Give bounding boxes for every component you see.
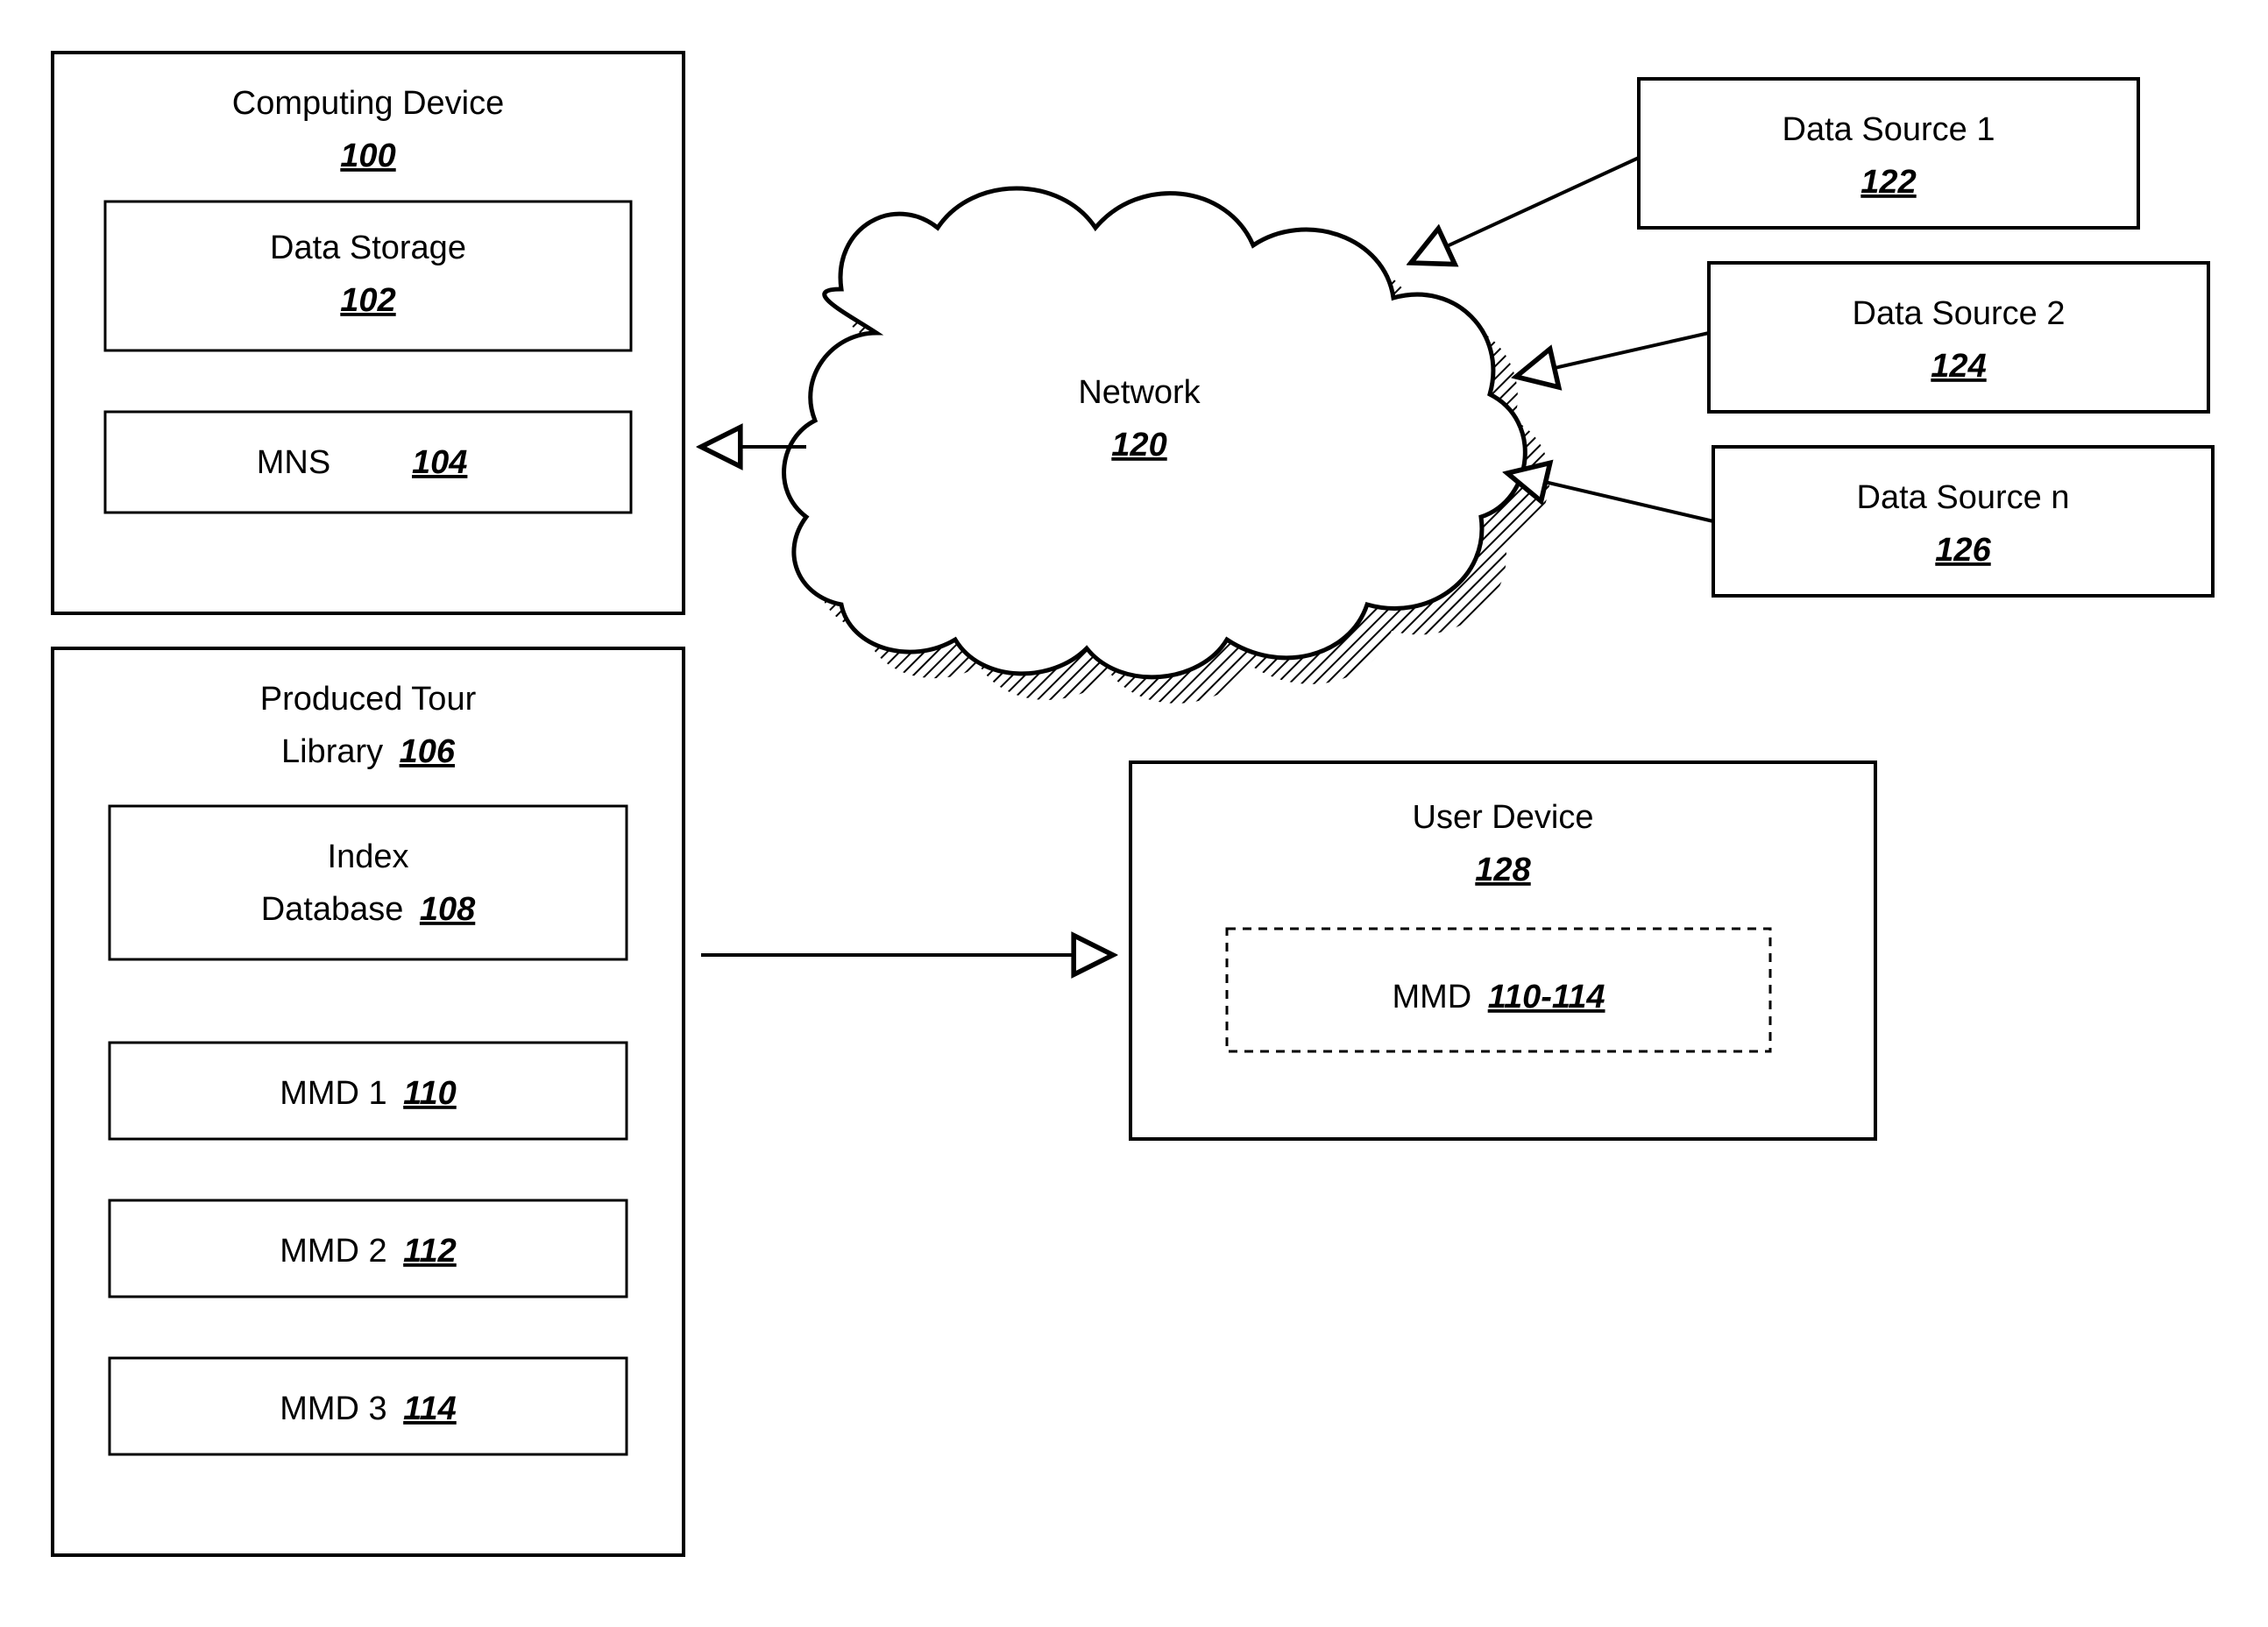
data-source-1: Data Source 1 122 [1639, 79, 2138, 228]
network-ref: 120 [1111, 427, 1166, 463]
index-db-title-l2: Database [261, 891, 404, 928]
computing-device-group: Computing Device 100 Data Storage 102 MN… [53, 53, 684, 613]
index-db-title-l1: Index [328, 838, 409, 875]
ds2-title: Data Source 2 [1853, 295, 2066, 332]
ds1-ref: 122 [1860, 164, 1916, 201]
ds1-title: Data Source 1 [1783, 111, 1995, 148]
svg-text:MMD 3 114: MMD 3 114 [280, 1390, 457, 1427]
svg-text:MMD 2 112: MMD 2 112 [280, 1233, 457, 1270]
arrow-ds2-to-network [1516, 333, 1709, 377]
svg-text:Library 106: Library 106 [281, 733, 456, 770]
network-cloud: Network 120 [784, 188, 1550, 704]
mmd2-ref: 112 [403, 1233, 457, 1270]
user-device-title: User Device [1413, 799, 1594, 836]
ds2-ref: 124 [1931, 348, 1986, 385]
mmd2-title: MMD 2 [280, 1233, 386, 1270]
mmd1-ref: 110 [403, 1075, 457, 1112]
data-source-n: Data Source n 126 [1713, 447, 2213, 596]
computing-device-title: Computing Device [232, 85, 504, 122]
mns-ref: 104 [412, 444, 467, 481]
computing-device-ref: 100 [340, 138, 395, 174]
data-storage-ref: 102 [340, 282, 395, 319]
dsn-title: Data Source n [1857, 479, 2070, 516]
network-title: Network [1078, 374, 1201, 411]
svg-text:MMD 1 110: MMD 1 110 [280, 1075, 457, 1112]
user-mmd-ref: 110-114 [1488, 979, 1605, 1015]
data-source-2: Data Source 2 124 [1709, 263, 2208, 412]
library-group: Produced Tour Library 106 Index Database… [53, 648, 684, 1555]
user-device-ref: 128 [1475, 852, 1531, 888]
mmd1-title: MMD 1 [280, 1075, 386, 1112]
user-mmd-title: MMD [1392, 979, 1471, 1015]
system-diagram: Computing Device 100 Data Storage 102 MN… [0, 0, 2268, 1627]
mmd3-ref: 114 [403, 1390, 457, 1427]
user-device: User Device 128 MMD 110-114 [1130, 762, 1875, 1139]
svg-text:MMD 110-114: MMD 110-114 [1392, 979, 1605, 1015]
library-ref: 106 [400, 733, 456, 770]
mmd3-title: MMD 3 [280, 1390, 386, 1427]
data-storage-title: Data Storage [270, 230, 466, 266]
arrow-ds1-to-network [1411, 158, 1639, 263]
library-title-l1: Produced Tour [260, 681, 477, 718]
mns-title: MNS [257, 444, 330, 481]
dsn-ref: 126 [1935, 532, 1991, 569]
library-title-l2: Library [281, 733, 383, 770]
svg-text:Database 108: Database 108 [261, 891, 476, 928]
index-db-ref: 108 [420, 891, 476, 928]
